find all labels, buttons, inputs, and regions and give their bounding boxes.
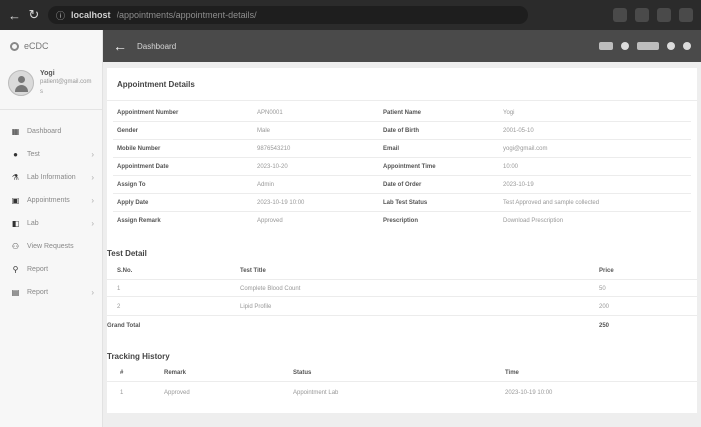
top-bar: ← Dashboard: [103, 30, 701, 62]
info-icon[interactable]: ⓘ: [56, 9, 65, 22]
user-email: patient@gmail.com: [40, 79, 92, 85]
logout-icon[interactable]: [683, 42, 691, 50]
building-icon: ◧: [11, 218, 20, 228]
url-path: /appointments/appointment-details/: [116, 10, 257, 20]
row-divider: [107, 296, 697, 297]
row-divider: [113, 175, 691, 176]
url-host: localhost: [71, 10, 111, 20]
avatar: [8, 70, 34, 96]
top-bar-actions: [599, 42, 691, 50]
row-divider: [107, 381, 697, 382]
calendar-icon: ▣: [11, 195, 20, 205]
address-bar[interactable]: ⓘ localhost /appointments/appointment-de…: [48, 6, 528, 24]
microscope-icon: ⚗: [11, 172, 20, 182]
browser-toolbar: ← ↻ ⓘ localhost /appointments/appointmen…: [0, 0, 701, 30]
sidebar-menu: ▦ Dashboard ● Test › ⚗ Lab Information › ▣ App…: [0, 110, 102, 304]
user-menu-icon[interactable]: [637, 42, 659, 50]
back-icon[interactable]: ←: [8, 8, 21, 23]
sidebar-item-lab-information[interactable]: ⚗ Lab Information ›: [0, 166, 102, 189]
user-extra: s: [40, 88, 43, 95]
brand-name: eCDC: [24, 41, 49, 51]
chart-icon: ⚲: [12, 264, 19, 274]
browser-extension-icons: [613, 8, 693, 22]
sidebar-item-view-requests[interactable]: ⚇ View Requests: [0, 235, 102, 258]
user-profile: Yogi patient@gmail.com s: [0, 62, 102, 110]
sidebar-item-reports[interactable]: ▤ Report ›: [0, 281, 102, 304]
grand-total-value: 250: [599, 323, 610, 329]
settings-icon[interactable]: [667, 42, 675, 50]
menu-icon[interactable]: [679, 8, 693, 22]
row-divider: [107, 279, 697, 280]
row-divider: [107, 315, 697, 316]
section-title-tests: Test Detail: [107, 249, 147, 258]
notification-icon[interactable]: [621, 42, 629, 50]
row-divider: [113, 193, 691, 194]
profile-icon[interactable]: [657, 8, 671, 22]
sidebar-item-lab[interactable]: ◧ Lab ›: [0, 212, 102, 235]
extension-icon[interactable]: [635, 8, 649, 22]
page-title: Dashboard: [137, 41, 177, 51]
divider: [107, 100, 697, 101]
row-divider: [113, 211, 691, 212]
sidebar: eCDC Yogi patient@gmail.com s ▦ Dashboard…: [0, 30, 103, 427]
download-prescription-link[interactable]: Download Prescription: [503, 218, 563, 224]
row-divider: [113, 139, 691, 140]
document-icon: ▤: [11, 287, 20, 297]
dashboard-icon: ▦: [11, 126, 20, 136]
grand-total-label: Grand Total: [107, 323, 141, 329]
section-title-appointment: Appointment Details: [117, 80, 195, 89]
back-arrow-icon[interactable]: ←: [113, 38, 127, 54]
flask-icon: ●: [13, 149, 18, 159]
logo-icon: [10, 41, 19, 51]
section-title-tracking: Tracking History: [107, 352, 170, 361]
sidebar-item-test[interactable]: ● Test ›: [0, 143, 102, 166]
row-divider: [113, 121, 691, 122]
extension-icon[interactable]: [613, 8, 627, 22]
language-icon[interactable]: [599, 42, 613, 50]
sidebar-item-appointments[interactable]: ▣ Appointments ›: [0, 189, 102, 212]
row-divider: [113, 157, 691, 158]
users-icon: ⚇: [11, 241, 20, 251]
sidebar-item-dashboard[interactable]: ▦ Dashboard: [0, 120, 102, 143]
appointment-details-card: Appointment Details Appointment Number A…: [107, 68, 697, 413]
reload-icon[interactable]: ↻: [28, 7, 40, 23]
brand[interactable]: eCDC: [0, 30, 102, 62]
user-name: Yogi: [40, 70, 55, 77]
sidebar-item-report[interactable]: ⚲ Report: [0, 258, 102, 281]
